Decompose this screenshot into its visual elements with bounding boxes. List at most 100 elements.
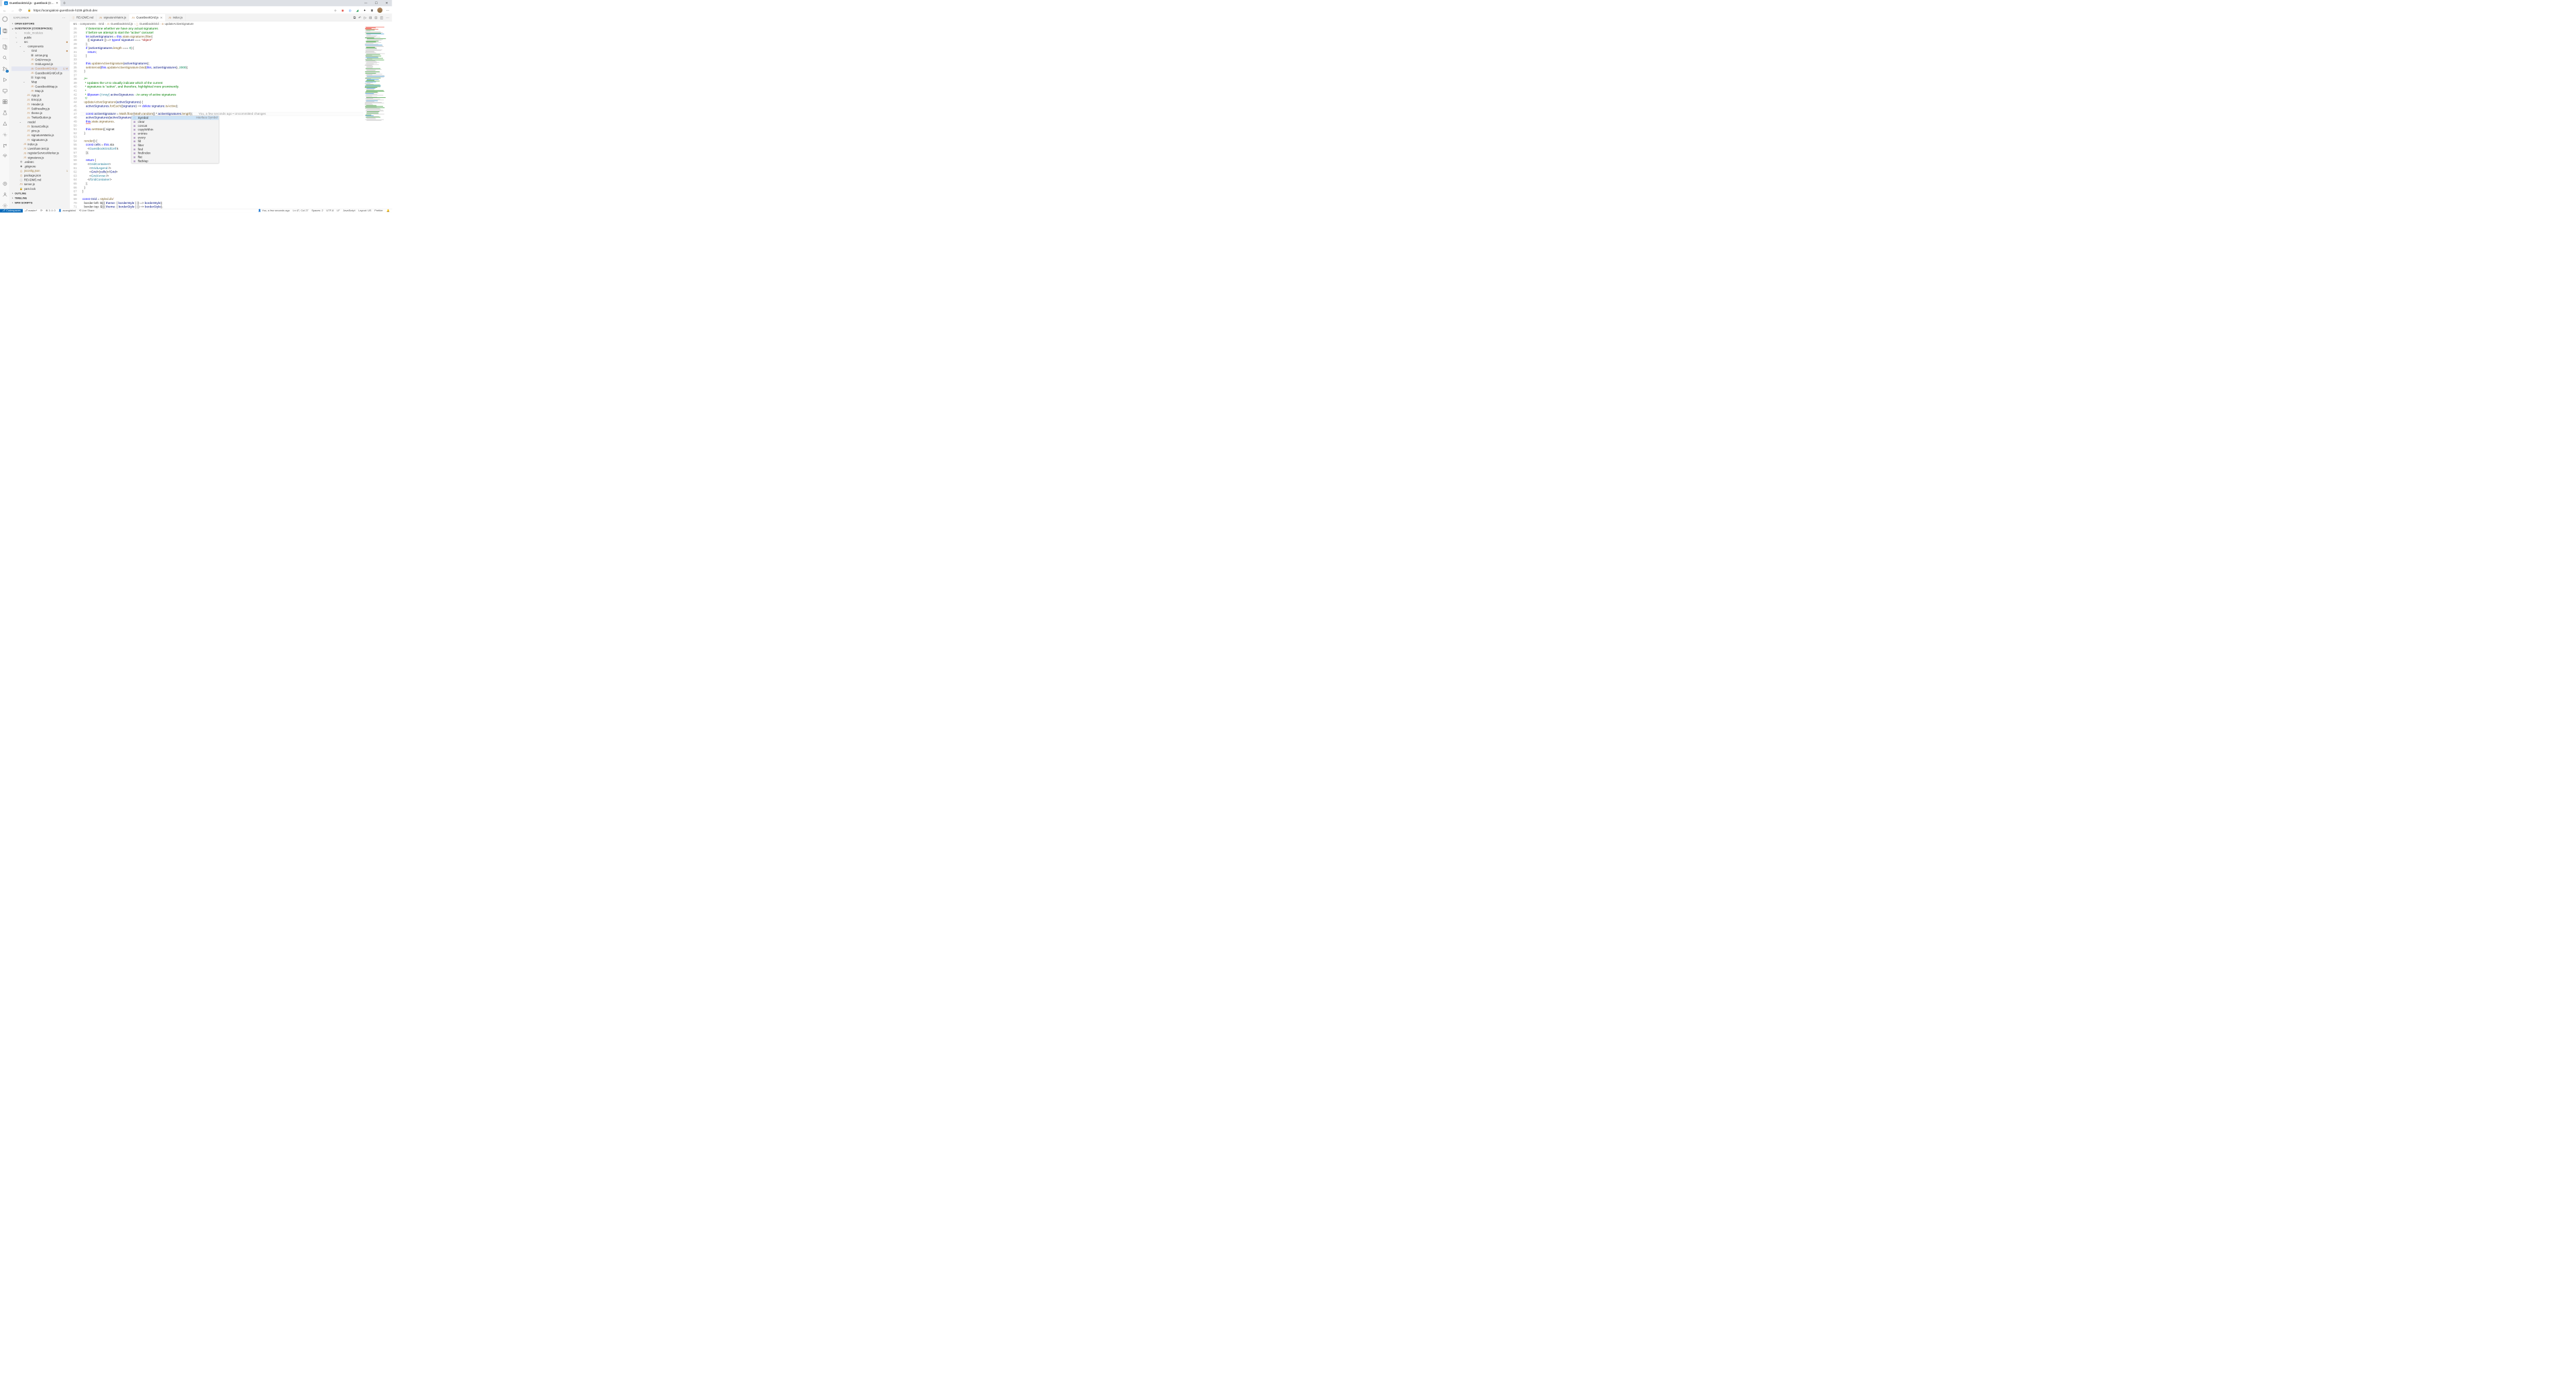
folder-item[interactable]: ⌄src xyxy=(11,40,69,44)
branch-status[interactable]: ⎇ master* xyxy=(23,209,39,213)
editor-tab[interactable]: JSGuestbookGrid.js✕ xyxy=(129,14,165,21)
file-item[interactable]: ◆.gitignore xyxy=(11,164,69,169)
search-icon[interactable] xyxy=(2,55,8,61)
editor-tab[interactable]: JSsignatureMatrix.js xyxy=(97,14,129,21)
forward-button[interactable]: → xyxy=(10,8,15,12)
workspace-section[interactable]: ⌄ GUESTBOOK [CODESPACES] xyxy=(10,26,70,31)
close-window-button[interactable]: ✕ xyxy=(382,0,392,6)
beaker-icon[interactable] xyxy=(2,109,8,115)
source-control-icon[interactable]: 1 xyxy=(2,66,8,72)
file-item[interactable]: JSApp.js xyxy=(11,93,69,98)
file-item[interactable]: JSindex.js xyxy=(11,142,69,147)
account-icon[interactable] xyxy=(2,191,8,197)
editor-tab[interactable]: ⓘREADME.md xyxy=(70,14,97,21)
language-status[interactable]: JavaScript xyxy=(341,209,357,213)
browser-tab[interactable]: ⧉ GuestbookGrid.js - guestbook (C… ✕ xyxy=(2,0,60,6)
file-item[interactable]: JSGuestbookGridCell.js xyxy=(11,71,69,76)
explorer-icon[interactable] xyxy=(2,28,8,34)
azure-icon[interactable] xyxy=(2,121,8,127)
star-icon[interactable]: ☆ xyxy=(333,8,337,12)
file-item[interactable]: 🔒yarn.lock xyxy=(11,187,69,191)
file-item[interactable]: JSEmoji.js xyxy=(11,97,69,102)
extensions-icon[interactable] xyxy=(2,99,8,105)
breadcrumb[interactable]: src›components›Grid›JSGuestbookGrid.js›◯… xyxy=(70,21,392,27)
file-item[interactable]: JSGuestbookGrid.js2, M xyxy=(11,66,69,71)
problems-status[interactable]: ⊗ 3 ⚠ 0 xyxy=(44,209,57,213)
split-icon[interactable]: ◫ xyxy=(380,15,384,19)
folder-item[interactable]: ⌄Map xyxy=(11,80,69,85)
breadcrumb-item[interactable]: src xyxy=(73,23,77,26)
layout-status[interactable]: Layout: US xyxy=(357,209,373,213)
close-icon[interactable]: ✕ xyxy=(160,16,163,19)
prettier-status[interactable]: Prettier xyxy=(373,209,384,213)
folder-item[interactable]: ⌄components xyxy=(11,44,69,49)
encoding-status[interactable]: UTF-8 xyxy=(325,209,335,213)
files-icon[interactable] xyxy=(2,44,8,50)
address-bar[interactable]: 🔒 https://acangialosi-guestbook-h239.git… xyxy=(25,8,331,11)
ext-icon-1[interactable]: ◉ xyxy=(341,8,345,12)
collections-icon[interactable]: ⊞ xyxy=(370,8,374,12)
file-item[interactable]: JSGridArrow.js xyxy=(11,58,69,62)
outline-section[interactable]: › OUTLINE xyxy=(10,191,70,196)
file-item[interactable]: JSserver.js xyxy=(11,182,69,187)
file-item[interactable]: JSpins.js xyxy=(11,129,69,134)
refresh-button[interactable]: ⟳ xyxy=(18,8,23,13)
breadcrumb-item[interactable]: Grid xyxy=(99,23,104,26)
file-item[interactable]: ▦arrow.png xyxy=(11,53,69,58)
file-item[interactable]: {}jsconfig.json1 xyxy=(11,169,69,174)
open-icon[interactable]: ⊡ xyxy=(374,15,377,19)
eol-status[interactable]: LF xyxy=(335,209,341,213)
profile-avatar[interactable] xyxy=(377,7,382,13)
close-tab-icon[interactable]: ✕ xyxy=(56,1,58,5)
back-button[interactable]: ← xyxy=(2,8,7,12)
settings-icon[interactable] xyxy=(2,203,8,209)
file-item[interactable]: JSbonusCells.js xyxy=(11,124,69,129)
remote-icon[interactable] xyxy=(2,88,8,94)
live-icon[interactable] xyxy=(2,154,8,160)
npm-section[interactable]: › NPM SCRIPTS xyxy=(10,201,70,205)
sync-status[interactable]: ⟳ xyxy=(39,209,44,213)
open-editors-section[interactable]: › OPEN EDITORS xyxy=(10,21,70,26)
blame-status[interactable]: 👤 You, a few seconds ago xyxy=(256,209,291,213)
debug-icon[interactable] xyxy=(2,76,8,83)
suggest-widget[interactable]: ⬚ Symbol interface Symbol ⊞ clear ⊞ conc… xyxy=(131,116,219,164)
breadcrumb-item[interactable]: GuestbookGrid.js xyxy=(111,23,133,26)
menu-icon[interactable]: ⋯ xyxy=(386,8,390,12)
file-item[interactable]: JSSubheading.js xyxy=(11,107,69,111)
codespaces-button[interactable]: ⎇ Codespaces xyxy=(0,209,23,213)
file-item[interactable]: JSsignatures.js xyxy=(11,138,69,142)
run-icon[interactable]: ▷ xyxy=(364,15,366,19)
compare-icon[interactable]: ⧉ xyxy=(354,15,356,19)
new-tab-button[interactable]: ＋ xyxy=(60,1,68,6)
app-menu-icon[interactable] xyxy=(2,16,8,22)
file-item[interactable]: ⓘREADME.md xyxy=(11,178,69,183)
file-item[interactable]: JStheme.js xyxy=(11,111,69,115)
code-editor[interactable]: // Determine whether we have any actual … xyxy=(80,27,392,209)
github-icon[interactable] xyxy=(2,143,8,149)
notifications-icon[interactable]: 🔔 xyxy=(384,209,392,213)
more-icon[interactable]: ⋯ xyxy=(386,15,389,19)
ext-icon-2[interactable]: ◎ xyxy=(348,8,352,12)
liveshare-icon[interactable] xyxy=(2,132,8,138)
file-item[interactable]: JSregisterServiceWorker.js xyxy=(11,151,69,156)
editor-tab[interactable]: JSindex.js xyxy=(166,14,186,21)
file-item[interactable]: JSGuestbookMap.js xyxy=(11,85,69,89)
sidebar-more-icon[interactable]: ⋯ xyxy=(62,15,66,19)
suggest-item[interactable]: ⊞ flatMap xyxy=(131,159,219,163)
favorites-icon[interactable]: ✦ xyxy=(363,8,367,12)
breadcrumb-item[interactable]: components xyxy=(80,23,95,26)
timeline-section[interactable]: › TIMELINE xyxy=(10,196,70,201)
cursor-position[interactable]: Ln 47, Col 27 xyxy=(291,209,310,213)
folder-item[interactable]: ›node_modules xyxy=(11,31,69,36)
breadcrumb-item[interactable]: updateActiveSignature xyxy=(165,23,194,26)
file-item[interactable]: JSsignatures.js xyxy=(11,156,69,160)
maximize-button[interactable]: ☐ xyxy=(371,0,382,6)
split-down-icon[interactable]: ⊟ xyxy=(369,15,372,19)
spaces-status[interactable]: Spaces: 2 xyxy=(310,209,325,213)
breadcrumb-item[interactable]: GuestbookGrid xyxy=(140,23,159,26)
settings-ext-icon[interactable] xyxy=(2,180,8,187)
ext-icon-3[interactable]: ◢ xyxy=(356,8,360,12)
user-status[interactable]: 👤 acangialosi xyxy=(57,209,77,213)
minimize-button[interactable]: — xyxy=(360,0,371,6)
minimap[interactable] xyxy=(365,27,388,209)
